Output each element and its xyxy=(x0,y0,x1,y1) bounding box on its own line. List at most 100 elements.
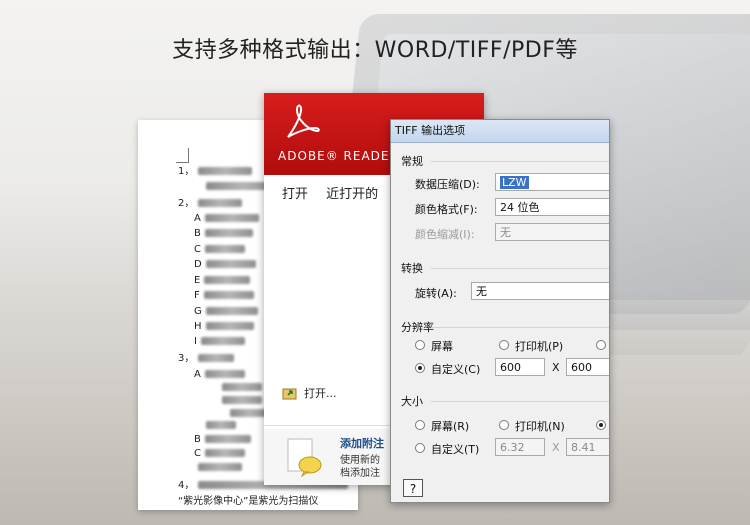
dialog-title: TIFF 输出选项 xyxy=(391,120,609,143)
line-marker: C xyxy=(194,448,201,459)
size-custom-label: 自定义(T) xyxy=(431,443,480,456)
size-screen-radio[interactable] xyxy=(415,420,425,430)
line-marker: 2， xyxy=(178,198,195,209)
promo-line-2: 档添加注 xyxy=(340,468,380,479)
open-folder-icon xyxy=(282,388,297,400)
resolution-printer-radio[interactable] xyxy=(499,340,509,350)
blurred-text xyxy=(198,463,242,471)
document-line xyxy=(194,462,242,474)
resolution-printer-label: 打印机(P) xyxy=(515,340,564,353)
adobe-tabs: 打开 近打开的 xyxy=(282,183,378,202)
rotate-select[interactable]: 无 xyxy=(471,282,609,300)
resolution-third-radio[interactable] xyxy=(596,340,606,350)
adobe-reader-title: ADOBE® READER xyxy=(278,149,399,163)
line-marker: G xyxy=(194,306,202,317)
document-line: 2， xyxy=(178,198,243,210)
headline: 支持多种格式输出：WORD/TIFF/PDF等 xyxy=(172,38,578,63)
rotate-label: 旋转(A): xyxy=(415,287,457,300)
document-line: E xyxy=(194,275,251,287)
blurred-text xyxy=(206,421,236,429)
blurred-text xyxy=(204,435,251,443)
line-marker: A xyxy=(194,369,201,380)
help-icon[interactable]: ? xyxy=(403,479,423,497)
document-line: B xyxy=(194,228,253,240)
blurred-text xyxy=(204,245,245,253)
compression-select[interactable]: LZW xyxy=(495,173,609,191)
color-format-select[interactable]: 24 位色 xyxy=(495,198,609,216)
blurred-text xyxy=(203,291,254,299)
blurred-text xyxy=(204,370,245,378)
divider xyxy=(431,268,609,269)
size-times: X xyxy=(552,441,560,454)
size-printer-label: 打印机(N) xyxy=(515,420,565,433)
blurred-text xyxy=(205,307,258,315)
compression-label: 数据压缩(D): xyxy=(415,178,480,191)
line-marker: E xyxy=(194,275,201,286)
document-line: H xyxy=(194,321,254,333)
line-marker: 3， xyxy=(178,353,195,364)
tiff-options-dialog: TIFF 输出选项 常规 数据压缩(D): LZW 颜色格式(F): 24 位色… xyxy=(390,119,610,503)
blurred-text xyxy=(230,409,268,417)
document-line: F xyxy=(194,290,254,302)
document-line: C xyxy=(194,448,245,460)
resolution-screen-radio[interactable] xyxy=(415,340,425,350)
document-line: I xyxy=(194,336,245,348)
document-line xyxy=(218,382,262,394)
color-reduce-select[interactable]: 无 xyxy=(495,223,609,241)
document-line: A xyxy=(194,369,245,381)
resolution-screen-label: 屏幕 xyxy=(431,340,453,353)
open-file-label: 打开... xyxy=(304,387,337,400)
line-marker: 1， xyxy=(178,166,195,177)
blurred-text xyxy=(204,449,245,457)
resolution-x-input[interactable]: 600 xyxy=(495,358,545,376)
tab-open[interactable]: 打开 xyxy=(282,187,308,202)
size-custom-radio[interactable] xyxy=(415,443,425,453)
resolution-times: X xyxy=(552,361,560,374)
blurred-text xyxy=(200,337,245,345)
color-format-label: 颜色格式(F): xyxy=(415,203,478,216)
blurred-text xyxy=(204,276,251,284)
size-width-input[interactable]: 6.32 xyxy=(495,438,545,456)
document-line: C xyxy=(194,244,245,256)
blurred-text xyxy=(205,322,254,330)
resolution-custom-label: 自定义(C) xyxy=(431,363,481,376)
line-marker: H xyxy=(194,321,202,332)
document-line xyxy=(218,395,262,407)
line-marker: B xyxy=(194,228,201,239)
document-line: D xyxy=(194,259,256,271)
blurred-text xyxy=(198,199,243,207)
size-printer-radio[interactable] xyxy=(499,420,509,430)
divider xyxy=(431,327,609,328)
blurred-text xyxy=(222,396,262,404)
line-marker: C xyxy=(194,244,201,255)
promo-title[interactable]: 添加附注 xyxy=(340,435,384,451)
line-marker: I xyxy=(194,336,197,347)
resolution-custom-radio[interactable] xyxy=(415,363,425,373)
document-line xyxy=(226,408,268,420)
section-resolution: 分辨率 xyxy=(401,321,434,334)
document-line: A xyxy=(194,213,259,225)
line-marker: F xyxy=(194,290,200,301)
divider xyxy=(431,161,609,162)
line-marker: B xyxy=(194,434,201,445)
crop-mark xyxy=(176,148,189,163)
blurred-text xyxy=(204,229,253,237)
document-line: 1， xyxy=(178,166,253,178)
blurred-text xyxy=(198,167,253,175)
tab-recent[interactable]: 近打开的 xyxy=(326,187,378,202)
line-marker: D xyxy=(194,259,202,270)
size-third-radio[interactable] xyxy=(596,420,606,430)
section-size: 大小 xyxy=(401,395,423,408)
blurred-text xyxy=(204,214,259,222)
line-marker: A xyxy=(194,213,201,224)
document-line xyxy=(202,420,236,432)
size-height-input[interactable]: 8.41 xyxy=(566,438,609,456)
resolution-y-input[interactable]: 600 xyxy=(566,358,609,376)
comment-document-icon xyxy=(287,438,322,477)
section-convert: 转换 xyxy=(401,262,423,275)
document-last-line: “紫光影像中心”是紫光为扫描仪 xyxy=(178,496,319,507)
document-line: B xyxy=(194,434,251,446)
document-line: G xyxy=(194,306,258,318)
color-reduce-label: 颜色缩减(I): xyxy=(415,228,475,241)
open-file-link[interactable]: 打开... xyxy=(282,385,337,401)
